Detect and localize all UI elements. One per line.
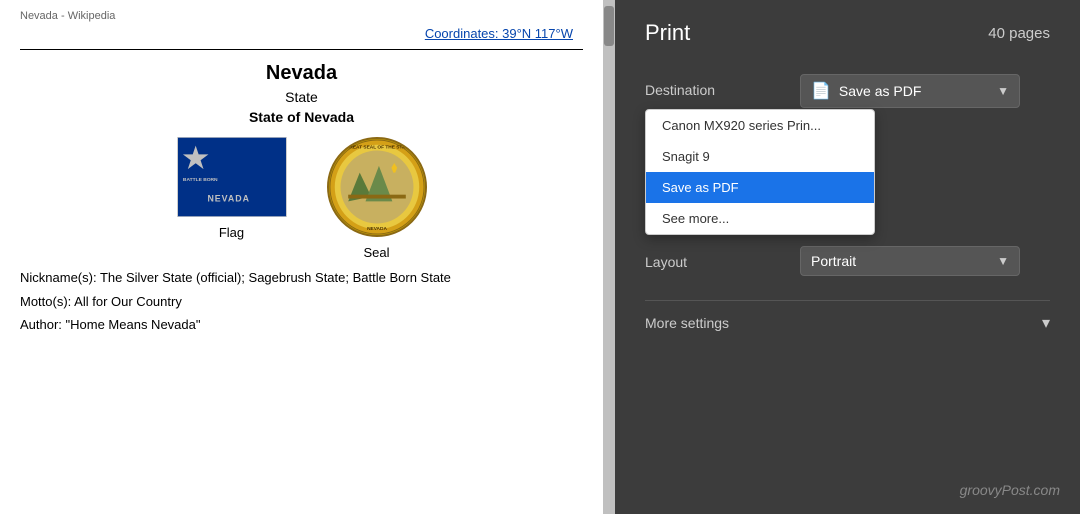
images-row: BATTLE BORN NEVADA Flag [20, 137, 583, 260]
dropdown-item-more[interactable]: See more... [646, 203, 874, 234]
more-settings-label: More settings [645, 315, 729, 331]
destination-control: 📄 Save as PDF ▼ Canon MX920 series Prin.… [800, 74, 1050, 108]
print-title: Print [645, 20, 690, 46]
more-settings-row[interactable]: More settings ▾ [645, 300, 1050, 345]
nickname-row: Nickname(s): The Silver State (official)… [20, 268, 583, 288]
destination-value: Save as PDF [839, 83, 989, 99]
layout-value: Portrait [811, 253, 989, 269]
watermark: groovyPost.com [960, 482, 1060, 498]
scrollbar[interactable] [603, 0, 615, 514]
coordinates: Coordinates: 39°N 117°W [20, 26, 583, 41]
dropdown-item-pdf[interactable]: Save as PDF [646, 172, 874, 203]
dropdown-item-canon[interactable]: Canon MX920 series Prin... [646, 110, 874, 141]
svg-text:BATTLE BORN: BATTLE BORN [182, 177, 217, 183]
pages-count: 40 pages [988, 25, 1050, 42]
layout-row: Layout Portrait ▼ [645, 246, 1050, 276]
dropdown-arrow-icon: ▼ [997, 84, 1009, 98]
nevada-seal: NEVADA THE GREAT SEAL OF THE STATE OF [327, 137, 427, 237]
nevada-title: Nevada [20, 62, 583, 85]
layout-label: Layout [645, 246, 800, 270]
pdf-icon: 📄 [811, 81, 831, 101]
dropdown-item-snagit[interactable]: Snagit 9 [646, 141, 874, 172]
seal-item: NEVADA THE GREAT SEAL OF THE STATE OF Se… [327, 137, 427, 260]
svg-text:THE GREAT SEAL OF THE STATE OF: THE GREAT SEAL OF THE STATE OF [334, 145, 418, 151]
svg-text:NEVADA: NEVADA [207, 194, 250, 204]
destination-row: Destination 📄 Save as PDF ▼ Canon MX920 … [645, 74, 1050, 108]
motto-row: Motto(s): All for Our Country [20, 292, 583, 312]
preview-panel: Nevada - Wikipedia Coordinates: 39°N 117… [0, 0, 615, 514]
destination-dropdown[interactable]: 📄 Save as PDF ▼ [800, 74, 1020, 108]
destination-label: Destination [645, 74, 800, 98]
page-content: Nevada - Wikipedia Coordinates: 39°N 117… [0, 0, 603, 514]
chevron-down-icon: ▾ [1042, 313, 1050, 333]
print-header: Print 40 pages [645, 20, 1050, 46]
seal-label: Seal [363, 245, 389, 260]
nevada-flag: BATTLE BORN NEVADA [177, 137, 287, 217]
scrollbar-thumb[interactable] [604, 6, 614, 46]
layout-arrow-icon: ▼ [997, 254, 1009, 268]
flag-label: Flag [219, 225, 244, 240]
author-row: Author: "Home Means Nevada" [20, 315, 583, 335]
layout-control: Portrait ▼ [800, 246, 1050, 276]
destination-dropdown-menu[interactable]: Canon MX920 series Prin... Snagit 9 Save… [645, 109, 875, 235]
layout-dropdown[interactable]: Portrait ▼ [800, 246, 1020, 276]
svg-text:NEVADA: NEVADA [367, 226, 387, 232]
state-of-nevada: State of Nevada [20, 109, 583, 125]
state-label: State [20, 89, 583, 105]
print-panel: Print 40 pages Destination 📄 Save as PDF… [615, 0, 1080, 514]
divider-line [20, 49, 583, 50]
tab-bar: Nevada - Wikipedia [20, 10, 583, 22]
flag-item: BATTLE BORN NEVADA Flag [177, 137, 287, 260]
